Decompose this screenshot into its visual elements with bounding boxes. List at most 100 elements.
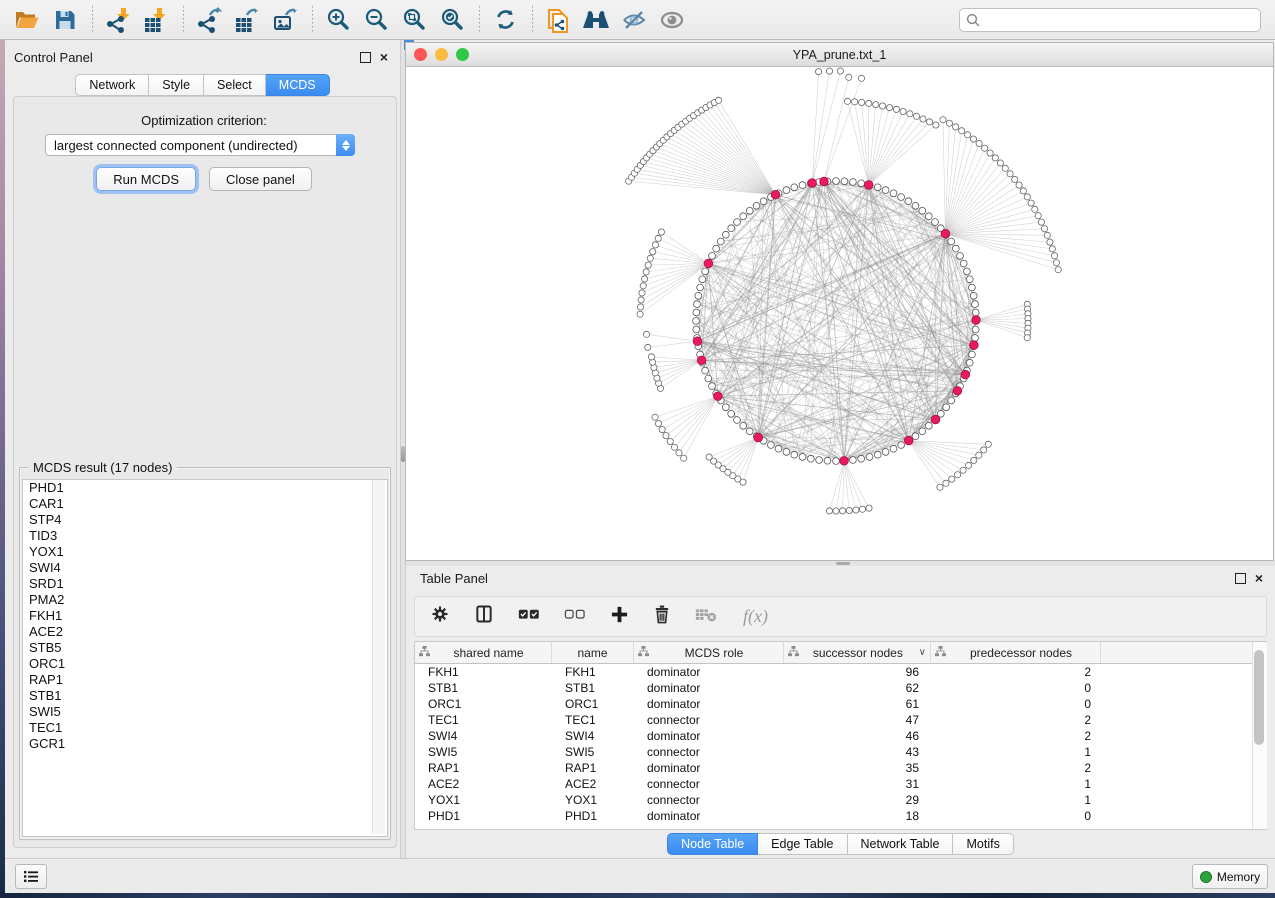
close-panel-button[interactable]: Close panel xyxy=(209,167,312,191)
table-cell: 35 xyxy=(784,760,931,776)
table-cell: 1 xyxy=(931,776,1101,792)
criterion-dropdown[interactable]: largest connected component (undirected) xyxy=(45,134,355,156)
delete-table-icon[interactable] xyxy=(695,606,719,628)
split-table-icon[interactable] xyxy=(474,604,494,629)
table-row[interactable]: ACE2ACE2connector311 xyxy=(415,776,1266,792)
table-row[interactable]: ORC1ORC1dominator610 xyxy=(415,696,1266,712)
export-image-icon[interactable] xyxy=(270,5,300,35)
memory-label: Memory xyxy=(1217,870,1260,884)
mcds-result-item[interactable]: PMA2 xyxy=(23,592,387,608)
column-header-predecessor-nodes[interactable]: predecessor nodes xyxy=(931,642,1101,663)
mcds-result-item[interactable]: ACE2 xyxy=(23,624,387,640)
table-row[interactable]: RAP1RAP1dominator352 xyxy=(415,760,1266,776)
sort-indicator-icon: ∨ xyxy=(919,647,926,658)
mcds-result-item[interactable]: STB5 xyxy=(23,640,387,656)
zoom-out-icon[interactable] xyxy=(361,5,391,35)
mcds-result-item[interactable]: CAR1 xyxy=(23,496,387,512)
table-cell: ORC1 xyxy=(415,696,552,712)
export-network-icon[interactable] xyxy=(194,5,224,35)
zoom-in-icon[interactable] xyxy=(323,5,353,35)
mcds-result-item[interactable]: SRD1 xyxy=(23,576,387,592)
mcds-result-item[interactable]: GCR1 xyxy=(23,736,387,752)
table-row[interactable]: TEC1TEC1connector472 xyxy=(415,712,1266,728)
tab-edge-table[interactable]: Edge Table xyxy=(758,833,847,855)
column-label: predecessor nodes xyxy=(946,646,1096,660)
toolbar-separator xyxy=(479,6,480,34)
table-header-row: shared namenameMCDS rolesuccessor nodes∨… xyxy=(415,642,1266,664)
toolbar-separator xyxy=(312,6,313,34)
clone-network-icon[interactable] xyxy=(543,5,573,35)
float-panel-icon[interactable] xyxy=(360,52,371,63)
table-row[interactable]: YOX1YOX1connector291 xyxy=(415,792,1266,808)
deselect-all-rows-icon[interactable] xyxy=(564,606,586,627)
mcds-result-item[interactable]: YOX1 xyxy=(23,544,387,560)
column-header-name[interactable]: name xyxy=(552,642,634,663)
mcds-result-item[interactable]: STP4 xyxy=(23,512,387,528)
network-frame-titlebar[interactable]: YPA_prune.txt_1 xyxy=(405,42,1274,67)
close-table-panel-icon[interactable]: × xyxy=(1255,574,1263,583)
tab-select[interactable]: Select xyxy=(204,74,266,96)
table-cell: 46 xyxy=(784,728,931,744)
function-builder-icon[interactable]: f(x) xyxy=(743,606,768,627)
delete-columns-icon[interactable] xyxy=(653,604,671,629)
export-table-icon[interactable] xyxy=(232,5,262,35)
control-panel-title: Control Panel xyxy=(5,50,93,65)
import-network-icon[interactable] xyxy=(103,5,133,35)
table-row[interactable]: SWI5SWI5connector431 xyxy=(415,744,1266,760)
column-header-MCDS-role[interactable]: MCDS role xyxy=(634,642,784,663)
table-cell: 62 xyxy=(784,680,931,696)
table-cell: 2 xyxy=(931,712,1101,728)
add-column-icon[interactable] xyxy=(610,605,629,629)
column-header-shared-name[interactable]: shared name xyxy=(415,642,552,663)
tab-mcds[interactable]: MCDS xyxy=(266,74,330,96)
table-cell: 1 xyxy=(931,792,1101,808)
tab-style[interactable]: Style xyxy=(149,74,204,96)
column-header-successor-nodes[interactable]: successor nodes∨ xyxy=(784,642,931,663)
table-cell: SWI4 xyxy=(552,728,634,744)
toolbar-separator xyxy=(183,6,184,34)
apply-layout-icon[interactable] xyxy=(490,5,520,35)
open-file-icon[interactable] xyxy=(12,5,42,35)
zoom-selected-icon[interactable] xyxy=(437,5,467,35)
horizontal-splitter-grip[interactable] xyxy=(836,562,850,565)
tab-network-table[interactable]: Network Table xyxy=(848,833,954,855)
mcds-result-item[interactable]: PHD1 xyxy=(23,480,387,496)
table-cell: 29 xyxy=(784,792,931,808)
close-panel-icon[interactable]: × xyxy=(380,53,388,62)
node-table[interactable]: shared namenameMCDS rolesuccessor nodes∨… xyxy=(414,641,1267,830)
mcds-result-item[interactable]: TID3 xyxy=(23,528,387,544)
table-row[interactable]: FKH1FKH1dominator962 xyxy=(415,664,1266,680)
search-box[interactable] xyxy=(959,8,1261,32)
mcds-result-item[interactable]: ORC1 xyxy=(23,656,387,672)
search-network-icon[interactable] xyxy=(581,5,611,35)
table-scrollbar-thumb[interactable] xyxy=(1254,650,1264,745)
memory-button[interactable]: Memory xyxy=(1192,864,1268,889)
task-history-button[interactable] xyxy=(15,864,47,889)
mcds-result-item[interactable]: TEC1 xyxy=(23,720,387,736)
table-row[interactable]: SWI4SWI4dominator462 xyxy=(415,728,1266,744)
column-settings-icon[interactable] xyxy=(430,604,450,629)
mcds-result-list[interactable]: PHD1CAR1STP4TID3YOX1SWI4SRD1PMA2FKH1ACE2… xyxy=(22,479,388,837)
zoom-fit-icon[interactable] xyxy=(399,5,429,35)
table-row[interactable]: STB1STB1dominator620 xyxy=(415,680,1266,696)
mcds-list-scrollbar[interactable] xyxy=(372,480,385,834)
tab-motifs[interactable]: Motifs xyxy=(953,833,1013,855)
show-all-icon[interactable] xyxy=(657,5,687,35)
mcds-result-item[interactable]: STB1 xyxy=(23,688,387,704)
mcds-result-item[interactable]: SWI5 xyxy=(23,704,387,720)
save-icon[interactable] xyxy=(50,5,80,35)
mcds-result-item[interactable]: RAP1 xyxy=(23,672,387,688)
select-all-rows-icon[interactable] xyxy=(518,606,540,627)
network-canvas[interactable] xyxy=(405,67,1274,561)
mcds-result-item[interactable]: SWI4 xyxy=(23,560,387,576)
search-input[interactable] xyxy=(985,12,1254,28)
table-row[interactable]: PHD1PHD1dominator180 xyxy=(415,808,1266,824)
import-table-icon[interactable] xyxy=(141,5,171,35)
tab-network[interactable]: Network xyxy=(75,74,149,96)
run-mcds-button[interactable]: Run MCDS xyxy=(96,167,196,191)
table-cell: dominator xyxy=(634,696,784,712)
hide-selected-icon[interactable] xyxy=(619,5,649,35)
mcds-result-item[interactable]: FKH1 xyxy=(23,608,387,624)
float-table-panel-icon[interactable] xyxy=(1235,573,1246,584)
tab-node-table[interactable]: Node Table xyxy=(667,833,758,855)
